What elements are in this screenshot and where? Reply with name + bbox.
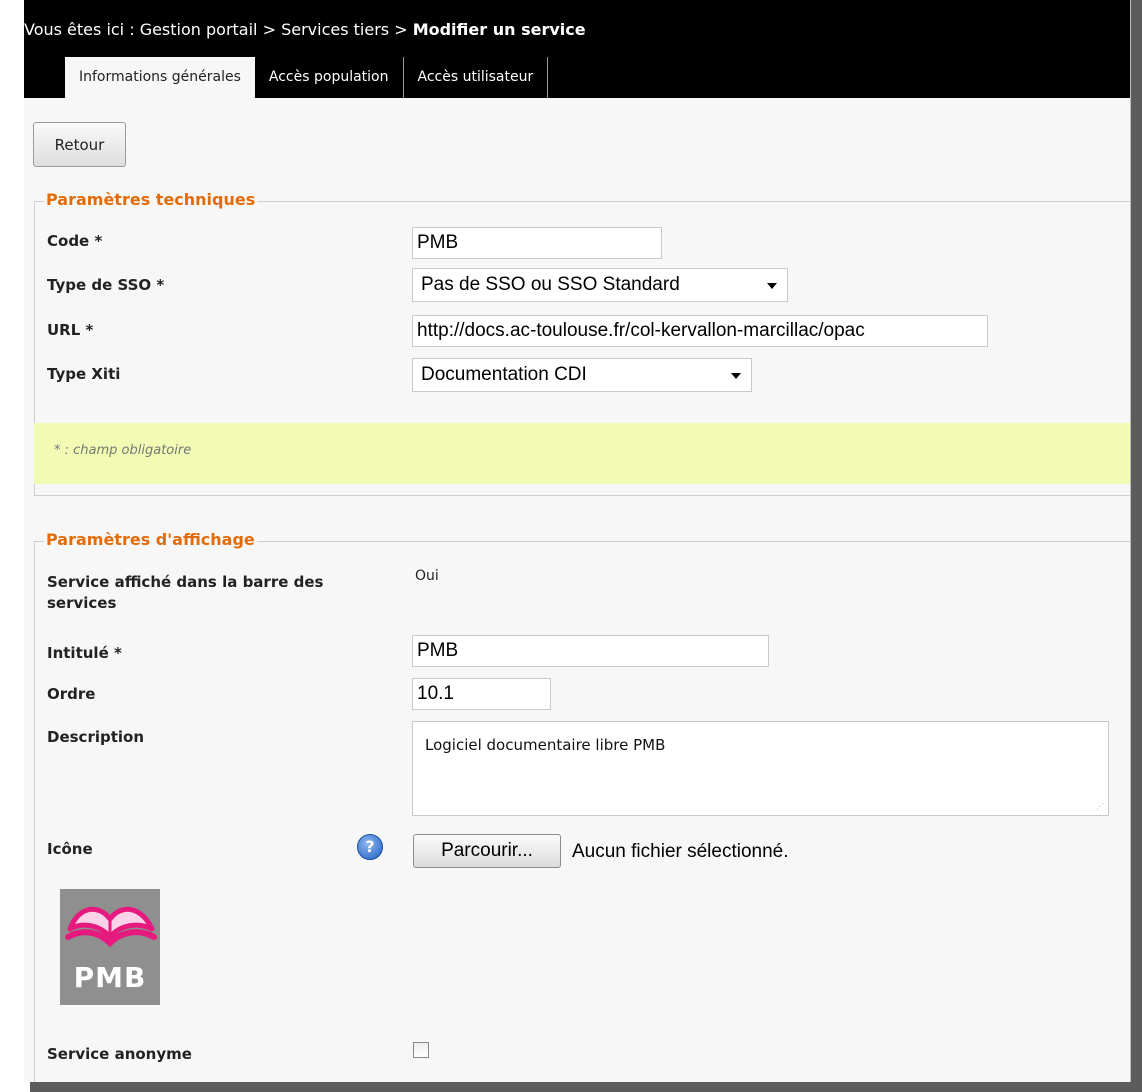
xiti-type-value: Documentation CDI: [421, 364, 587, 385]
tab-acces-utilisateur[interactable]: Accès utilisateur: [404, 57, 549, 98]
title-input[interactable]: [412, 635, 769, 667]
tab-acces-population[interactable]: Accès population: [255, 57, 404, 98]
shown-in-bar-label-line1: Service affiché dans la barre des: [47, 573, 324, 591]
shown-in-bar-value: Oui: [415, 568, 439, 584]
xiti-type-label: Type Xiti: [47, 365, 121, 383]
breadcrumb-current: Modifier un service: [412, 20, 586, 39]
order-input[interactable]: [412, 678, 551, 710]
no-file-selected-text: Aucun fichier sélectionné.: [572, 841, 789, 862]
resize-grip-icon[interactable]: ⋰: [1096, 803, 1106, 813]
service-edit-page: Vous êtes ici : Gestion portail > Servic…: [24, 0, 1131, 1082]
url-label: URL *: [47, 321, 94, 339]
chevron-down-icon: [731, 373, 741, 379]
pmb-logo-text: PMB: [73, 961, 147, 994]
description-textarea[interactable]: Logiciel documentaire libre PMB: [412, 721, 1109, 816]
service-icon-preview: PMB: [60, 889, 160, 1005]
tab-bar: Informations générales Accès population …: [65, 57, 549, 98]
back-button[interactable]: Retour: [33, 122, 126, 167]
code-label: Code *: [47, 232, 103, 250]
open-book-icon: [65, 906, 157, 948]
sso-type-value: Pas de SSO ou SSO Standard: [421, 274, 680, 295]
sso-type-label: Type de SSO *: [47, 276, 165, 294]
anonymous-service-label: Service anonyme: [47, 1045, 192, 1063]
help-icon[interactable]: ?: [357, 834, 383, 860]
shown-in-bar-label: Service affiché dans la barre des servic…: [47, 572, 323, 614]
sso-type-select[interactable]: Pas de SSO ou SSO Standard: [412, 268, 788, 302]
top-bar: Vous êtes ici : Gestion portail > Servic…: [24, 0, 1130, 98]
technical-parameters-legend: Paramètres techniques: [44, 190, 258, 209]
required-fields-note-text: * : champ obligatoire: [54, 443, 192, 458]
required-fields-note: * : champ obligatoire: [34, 423, 1130, 484]
order-label: Ordre: [47, 685, 96, 703]
tab-informations-generales[interactable]: Informations générales: [65, 57, 255, 98]
icon-label: Icône: [47, 840, 93, 858]
description-label: Description: [47, 728, 145, 746]
code-input[interactable]: [412, 227, 662, 259]
browse-file-button[interactable]: Parcourir...: [413, 834, 561, 868]
breadcrumb-path: Vous êtes ici : Gestion portail > Servic…: [24, 20, 413, 39]
display-parameters-legend: Paramètres d'affichage: [44, 530, 257, 549]
xiti-type-select[interactable]: Documentation CDI: [412, 358, 752, 392]
breadcrumb: Vous êtes ici : Gestion portail > Servic…: [24, 20, 586, 39]
title-label: Intitulé *: [47, 644, 122, 662]
url-input[interactable]: [412, 315, 988, 347]
chevron-down-icon: [767, 283, 777, 289]
shown-in-bar-label-line2: services: [47, 594, 117, 612]
anonymous-service-checkbox[interactable]: [413, 1042, 429, 1058]
